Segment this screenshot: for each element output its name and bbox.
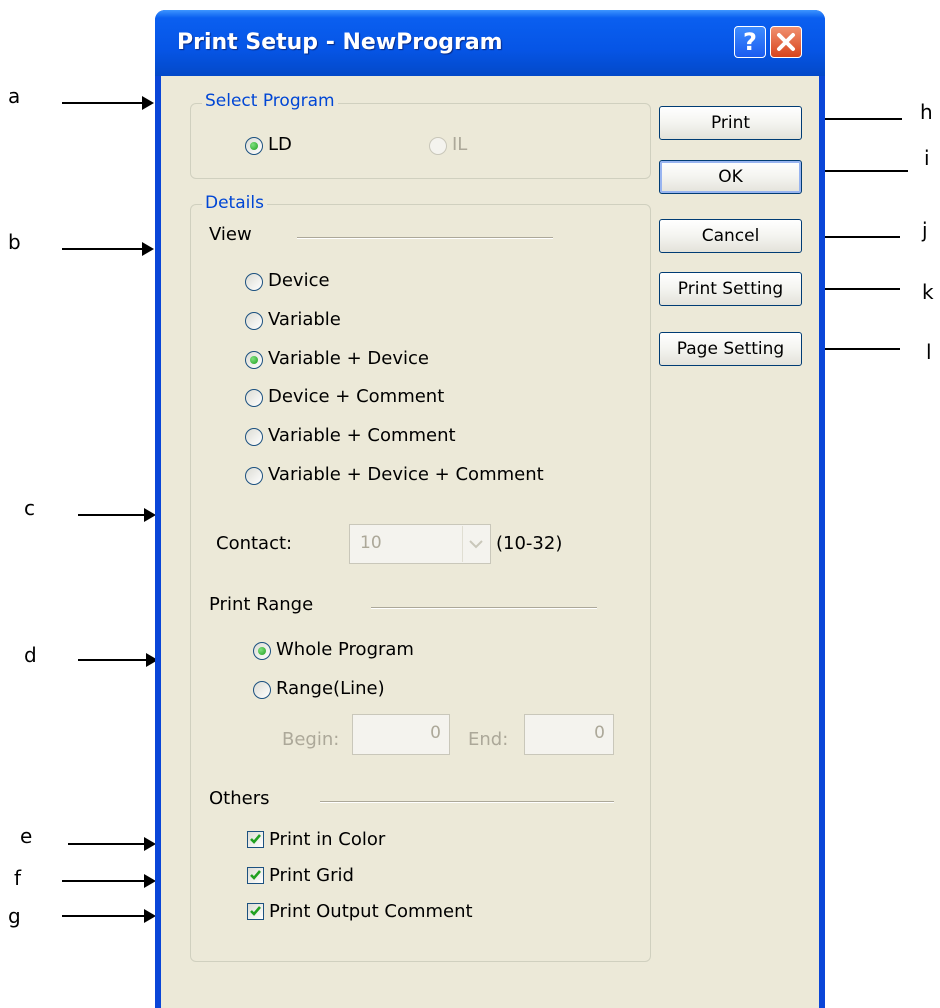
view-variable-device-label[interactable]: Variable + Device: [268, 348, 429, 369]
arrow-d: [78, 653, 158, 667]
arrow-k: [812, 282, 900, 296]
radio-il[interactable]: [429, 137, 447, 155]
checkbox-print-output-comment[interactable]: [247, 903, 264, 920]
checkmark-icon: [250, 834, 261, 844]
radio-view-device-comment[interactable]: [245, 389, 263, 407]
annotation-i: i: [924, 146, 930, 170]
view-variable-comment-label[interactable]: Variable + Comment: [268, 425, 456, 446]
range-line-label[interactable]: Range(Line): [276, 678, 385, 699]
end-value: 0: [594, 723, 605, 743]
contact-combobox[interactable]: 10: [349, 524, 491, 564]
view-variable-device-comment-label[interactable]: Variable + Device + Comment: [268, 464, 544, 485]
select-program-legend: Select Program: [202, 91, 338, 111]
print-in-color-label[interactable]: Print in Color: [269, 829, 385, 850]
arrow-b: [62, 242, 154, 256]
arrow-j: [812, 230, 900, 244]
annotation-k: k: [922, 280, 934, 304]
others-heading: Others: [209, 788, 270, 809]
arrow-g: [62, 909, 156, 923]
arrow-i: [812, 164, 908, 178]
radio-il-label[interactable]: IL: [452, 134, 467, 155]
help-icon: ?: [743, 28, 757, 56]
print-grid-label[interactable]: Print Grid: [269, 865, 354, 886]
checkmark-icon: [250, 906, 261, 916]
annotation-h: h: [920, 100, 933, 124]
chevron-down-icon: [469, 540, 483, 549]
close-icon: [777, 33, 795, 51]
end-input[interactable]: 0: [524, 714, 614, 755]
contact-value: 10: [360, 533, 382, 553]
dialog-client-area: Select Program LD IL Details View Device…: [161, 76, 819, 1008]
annotation-a: a: [8, 84, 21, 108]
radio-view-device[interactable]: [245, 273, 263, 291]
begin-input[interactable]: 0: [352, 714, 450, 755]
print-range-separator: [371, 607, 597, 609]
print-setting-button[interactable]: Print Setting: [659, 272, 802, 306]
annotation-d: d: [24, 643, 37, 667]
radio-whole-program[interactable]: [253, 642, 271, 660]
radio-range-line[interactable]: [253, 681, 271, 699]
print-button[interactable]: Print: [659, 106, 802, 140]
view-device-comment-label[interactable]: Device + Comment: [268, 386, 444, 407]
title-bar[interactable]: Print Setup - NewProgram ?: [155, 10, 825, 76]
arrow-h: [812, 112, 902, 126]
annotation-l: l: [926, 340, 932, 364]
arrow-c: [78, 508, 156, 522]
contact-range: (10-32): [496, 533, 563, 554]
radio-view-variable-device[interactable]: [245, 351, 263, 369]
page-setting-button[interactable]: Page Setting: [659, 332, 802, 366]
window-title: Print Setup - NewProgram: [177, 30, 503, 55]
radio-view-variable-comment[interactable]: [245, 428, 263, 446]
print-output-comment-label[interactable]: Print Output Comment: [269, 901, 473, 922]
cancel-button[interactable]: Cancel: [659, 219, 802, 253]
annotation-e: e: [20, 824, 33, 848]
contact-dropdown-button[interactable]: [462, 526, 489, 562]
view-separator: [297, 237, 553, 239]
checkmark-icon: [250, 870, 261, 880]
begin-label: Begin:: [282, 729, 340, 750]
close-button[interactable]: [770, 26, 802, 58]
arrow-l: [812, 342, 900, 356]
checkbox-print-in-color[interactable]: [247, 831, 264, 848]
annotation-g: g: [8, 904, 21, 928]
arrow-e: [68, 837, 156, 851]
view-device-label[interactable]: Device: [268, 270, 330, 291]
annotation-b: b: [8, 230, 21, 254]
view-heading: View: [209, 224, 252, 245]
radio-ld[interactable]: [245, 137, 263, 155]
print-range-heading: Print Range: [209, 594, 314, 615]
help-button[interactable]: ?: [734, 26, 766, 58]
ok-button[interactable]: OK: [659, 160, 802, 194]
radio-view-variable[interactable]: [245, 312, 263, 330]
begin-value: 0: [430, 723, 441, 743]
contact-label: Contact:: [216, 533, 293, 554]
others-separator: [320, 801, 614, 803]
view-variable-label[interactable]: Variable: [268, 309, 341, 330]
radio-view-variable-device-comment[interactable]: [245, 467, 263, 485]
radio-ld-label[interactable]: LD: [268, 134, 292, 155]
annotation-f: f: [14, 866, 22, 890]
annotation-c: c: [24, 496, 35, 520]
checkbox-print-grid[interactable]: [247, 867, 264, 884]
details-legend: Details: [202, 193, 267, 213]
arrow-f: [62, 874, 156, 888]
arrow-a: [62, 96, 154, 110]
annotation-j: j: [922, 218, 928, 242]
print-setup-dialog: Print Setup - NewProgram ? Select Progra…: [155, 10, 825, 1008]
whole-program-label[interactable]: Whole Program: [276, 639, 414, 660]
end-label: End:: [468, 729, 509, 750]
